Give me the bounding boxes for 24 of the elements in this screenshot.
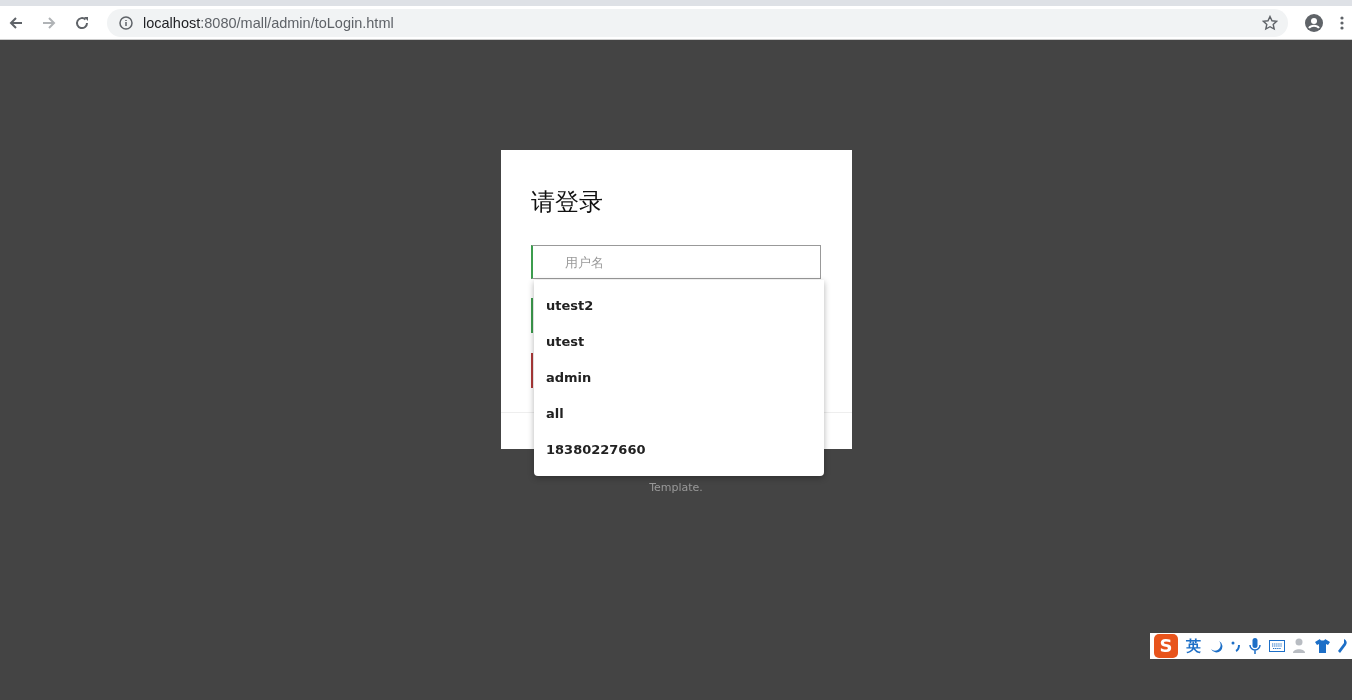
bookmark-star-icon[interactable] [1262,14,1278,31]
suggestion-item[interactable]: 18380227660 [534,432,824,468]
wrench-icon[interactable] [1338,639,1348,653]
menu-icon[interactable] [1340,15,1344,30]
microphone-icon[interactable] [1249,638,1261,654]
shirt-icon[interactable] [1315,639,1330,653]
ime-mode-toggle[interactable]: 英 [1186,636,1201,656]
info-icon[interactable] [119,15,133,30]
url-text: localhost:8080/mall/admin/toLogin.html [143,14,394,31]
suggestion-item[interactable]: admin [534,360,824,396]
suggestion-item[interactable]: all [534,396,824,432]
keyboard-icon[interactable] [1269,640,1285,652]
login-title: 请登录 [530,187,604,218]
reload-icon[interactable] [74,14,90,31]
address-bar[interactable]: localhost:8080/mall/admin/toLogin.html [107,8,1288,37]
moon-icon[interactable] [1209,639,1223,653]
suggestion-item[interactable]: utest [534,324,824,360]
account-icon[interactable] [1305,13,1323,32]
footer-text: Template. [649,481,703,494]
suggestion-item[interactable]: utest2 [534,288,824,324]
ime-logo[interactable]: S [1154,634,1178,658]
username-field[interactable]: 用户名 [530,245,821,279]
back-icon[interactable] [8,14,24,31]
punctuation-icon[interactable] [1231,639,1241,653]
